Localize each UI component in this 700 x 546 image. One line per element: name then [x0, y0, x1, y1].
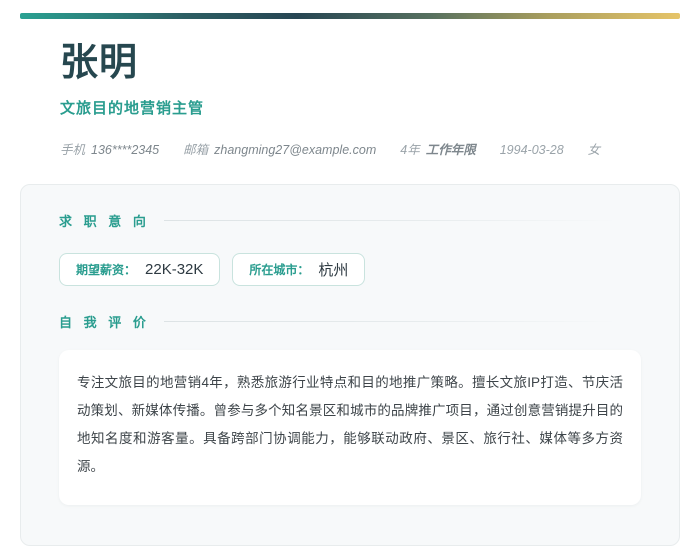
contact-info-row: 手机 136****2345 邮箱 zhangming27@example.co… — [60, 139, 640, 158]
contact-birth-date: 1994-03-28 — [500, 143, 564, 157]
resume-page: 张明 文旅目的地营销主管 手机 136****2345 邮箱 zhangming… — [20, 13, 680, 546]
self-evaluation-text: 专注文旅目的地营销4年，熟悉旅游行业特点和目的地推广策略。擅长文旅IP打造、节庆… — [77, 374, 623, 474]
current-city-label: 所在城市： — [249, 262, 310, 277]
self-evaluation-heading: 自 我 评 价 — [59, 314, 150, 330]
current-city-pill: 所在城市： 杭州 — [232, 252, 366, 286]
contact-phone: 手机 136****2345 — [60, 139, 159, 158]
section-divider-line — [163, 219, 641, 221]
section-header-job-intent: 求 职 意 向 — [59, 211, 641, 230]
gradient-accent-bar — [20, 13, 680, 19]
job-intent-heading: 求 职 意 向 — [59, 213, 150, 229]
birth-date-value: 1994-03-28 — [499, 142, 564, 157]
candidate-name: 张明 — [60, 42, 139, 84]
contact-gender: 女 — [588, 139, 601, 158]
phone-label: 手机 — [60, 142, 86, 157]
phone-value: 136****2345 — [91, 142, 160, 157]
resume-body-card: 求 职 意 向 期望薪资： 22K-32K 所在城市： 杭州 自 我 评 价 专… — [20, 183, 680, 546]
expected-salary-value: 22K-32K — [145, 260, 204, 278]
resume-header: 张明 文旅目的地营销主管 手机 136****2345 邮箱 zhangming… — [20, 42, 680, 158]
email-value: zhangming27@example.com — [214, 142, 377, 157]
experience-value: 4年 — [400, 142, 420, 157]
self-evaluation-card: 专注文旅目的地营销4年，熟悉旅游行业特点和目的地推广策略。擅长文旅IP打造、节庆… — [59, 349, 641, 505]
expected-salary-label: 期望薪资： — [76, 262, 137, 277]
section-divider-line — [163, 320, 641, 322]
email-label: 邮箱 — [183, 142, 209, 157]
job-intent-pill-row: 期望薪资： 22K-32K 所在城市： 杭州 — [59, 252, 641, 286]
contact-email: 邮箱 zhangming27@example.com — [183, 139, 376, 158]
current-city-value: 杭州 — [318, 261, 349, 279]
section-header-self-evaluation: 自 我 评 价 — [59, 312, 641, 331]
candidate-job-title: 文旅目的地营销主管 — [60, 99, 205, 117]
gender-value: 女 — [587, 142, 601, 157]
experience-label: 工作年限 — [425, 142, 476, 157]
expected-salary-pill: 期望薪资： 22K-32K — [59, 252, 221, 286]
contact-experience: 4年 工作年限 — [400, 139, 475, 158]
